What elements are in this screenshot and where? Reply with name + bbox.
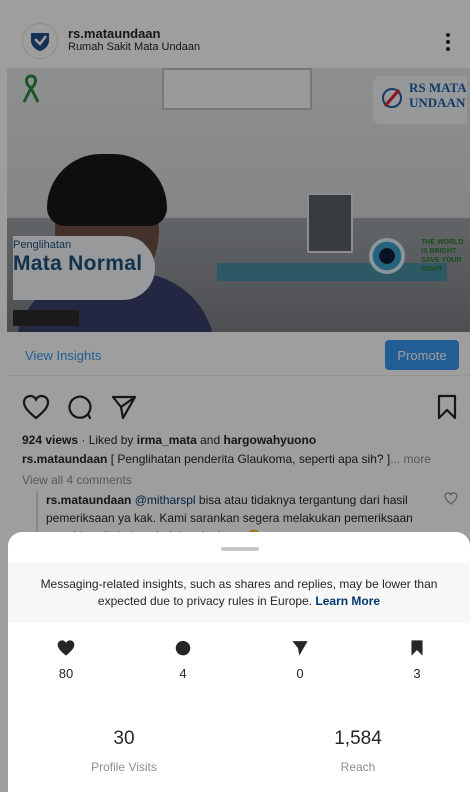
comment-icon bbox=[175, 640, 191, 656]
profile-visits-stat: 30 Profile Visits bbox=[44, 728, 204, 774]
likes-count: 80 bbox=[58, 666, 74, 681]
interaction-stats: 80 4 0 3 bbox=[8, 638, 470, 688]
comments-stat: 4 bbox=[153, 638, 213, 681]
reach-value: 1,584 bbox=[334, 728, 382, 749]
send-icon bbox=[292, 641, 308, 656]
heart-icon bbox=[57, 640, 75, 656]
shares-stat: 0 bbox=[270, 638, 330, 681]
likes-stat: 80 bbox=[36, 638, 96, 681]
saves-count: 3 bbox=[413, 666, 421, 681]
saves-stat: 3 bbox=[387, 638, 447, 681]
insights-sheet: Messaging-related insights, such as shar… bbox=[8, 532, 470, 792]
comments-count: 4 bbox=[179, 666, 187, 681]
profile-visits-value: 30 bbox=[113, 728, 135, 749]
privacy-notice: Messaging-related insights, such as shar… bbox=[8, 563, 470, 623]
reach-stat: 1,584 Reach bbox=[278, 728, 438, 774]
learn-more-link[interactable]: Learn More bbox=[315, 594, 380, 608]
sheet-drag-handle[interactable] bbox=[221, 547, 259, 551]
profile-visits-label: Profile Visits bbox=[91, 760, 157, 774]
shares-count: 0 bbox=[296, 666, 304, 681]
privacy-notice-text: Messaging-related insights, such as shar… bbox=[40, 577, 438, 608]
reach-label: Reach bbox=[340, 760, 376, 774]
bookmark-icon bbox=[411, 640, 423, 656]
